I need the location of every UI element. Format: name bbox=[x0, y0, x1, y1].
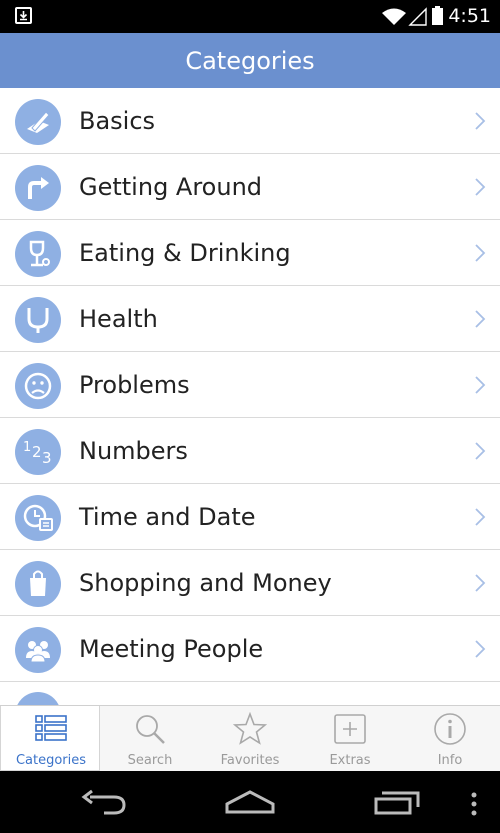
chevron-right-icon bbox=[475, 508, 486, 526]
category-row-eating-drinking[interactable]: Eating & Drinking bbox=[0, 220, 500, 286]
tab-label: Categories bbox=[15, 753, 87, 768]
category-row-partial[interactable] bbox=[0, 682, 500, 705]
chevron-right-icon bbox=[475, 244, 486, 262]
status-time: 4:51 bbox=[448, 5, 491, 27]
category-label: Shopping and Money bbox=[79, 569, 332, 597]
turn-arrow-icon bbox=[15, 165, 61, 211]
tab-favorites[interactable]: Favorites bbox=[200, 706, 300, 771]
category-row-problems[interactable]: Problems bbox=[0, 352, 500, 418]
category-label: Eating & Drinking bbox=[79, 239, 291, 267]
tab-categories[interactable]: Categories bbox=[0, 706, 100, 771]
chevron-right-icon bbox=[475, 310, 486, 328]
numbers-123-icon: 123 bbox=[15, 429, 61, 475]
chevron-right-icon bbox=[475, 640, 486, 658]
category-label: Numbers bbox=[79, 437, 188, 465]
wine-glass-icon bbox=[15, 231, 61, 277]
tab-label: Info bbox=[437, 753, 463, 768]
info-icon bbox=[434, 713, 466, 745]
category-row-basics[interactable]: Basics bbox=[0, 88, 500, 154]
category-icon-partial bbox=[15, 692, 61, 705]
chevron-right-icon bbox=[475, 178, 486, 196]
list-icon bbox=[35, 715, 67, 741]
category-row-meeting-people[interactable]: Meeting People bbox=[0, 616, 500, 682]
category-label: Health bbox=[79, 305, 158, 333]
category-label: Meeting People bbox=[79, 635, 264, 663]
clock-calendar-icon bbox=[15, 495, 61, 541]
category-row-numbers[interactable]: 123 Numbers bbox=[0, 418, 500, 484]
category-list: Basics Getting Around Eating & Drinking … bbox=[0, 88, 500, 705]
signal-battery-icons bbox=[382, 6, 443, 26]
shopping-bag-icon bbox=[15, 561, 61, 607]
star-icon bbox=[233, 712, 267, 745]
category-row-time-date[interactable]: Time and Date bbox=[0, 484, 500, 550]
bottom-tab-bar: Categories Search Favorites Extras Info bbox=[0, 705, 500, 771]
svg-text:2: 2 bbox=[32, 443, 42, 461]
tab-label: Favorites bbox=[220, 753, 280, 768]
category-label: Basics bbox=[79, 107, 156, 135]
page-title: Categories bbox=[0, 33, 500, 88]
chevron-right-icon bbox=[475, 376, 486, 394]
recent-apps-icon[interactable] bbox=[372, 789, 422, 817]
tab-extras[interactable]: Extras bbox=[300, 706, 400, 771]
pencil-paper-icon bbox=[15, 99, 61, 145]
plus-box-icon bbox=[334, 714, 366, 744]
status-bar: 4:51 bbox=[0, 0, 500, 33]
back-icon[interactable] bbox=[80, 789, 130, 817]
category-label: Time and Date bbox=[79, 503, 256, 531]
category-row-getting-around[interactable]: Getting Around bbox=[0, 154, 500, 220]
category-row-shopping-money[interactable]: Shopping and Money bbox=[0, 550, 500, 616]
tab-label: Search bbox=[127, 753, 173, 768]
system-nav-bar bbox=[0, 771, 500, 833]
stethoscope-icon bbox=[15, 297, 61, 343]
chevron-right-icon bbox=[475, 112, 486, 130]
overflow-menu-icon[interactable] bbox=[468, 791, 480, 817]
chevron-right-icon bbox=[475, 574, 486, 592]
sad-face-icon bbox=[15, 363, 61, 409]
category-row-health[interactable]: Health bbox=[0, 286, 500, 352]
home-icon[interactable] bbox=[225, 788, 275, 816]
svg-text:3: 3 bbox=[42, 449, 52, 467]
people-icon bbox=[15, 627, 61, 673]
category-label: Problems bbox=[79, 371, 190, 399]
category-label: Getting Around bbox=[79, 173, 263, 201]
tab-search[interactable]: Search bbox=[100, 706, 200, 771]
chevron-right-icon bbox=[475, 442, 486, 460]
download-notification-icon bbox=[15, 7, 32, 24]
tab-info[interactable]: Info bbox=[400, 706, 500, 771]
tab-label: Extras bbox=[329, 753, 371, 768]
search-icon bbox=[136, 715, 165, 744]
svg-text:1: 1 bbox=[23, 440, 31, 455]
